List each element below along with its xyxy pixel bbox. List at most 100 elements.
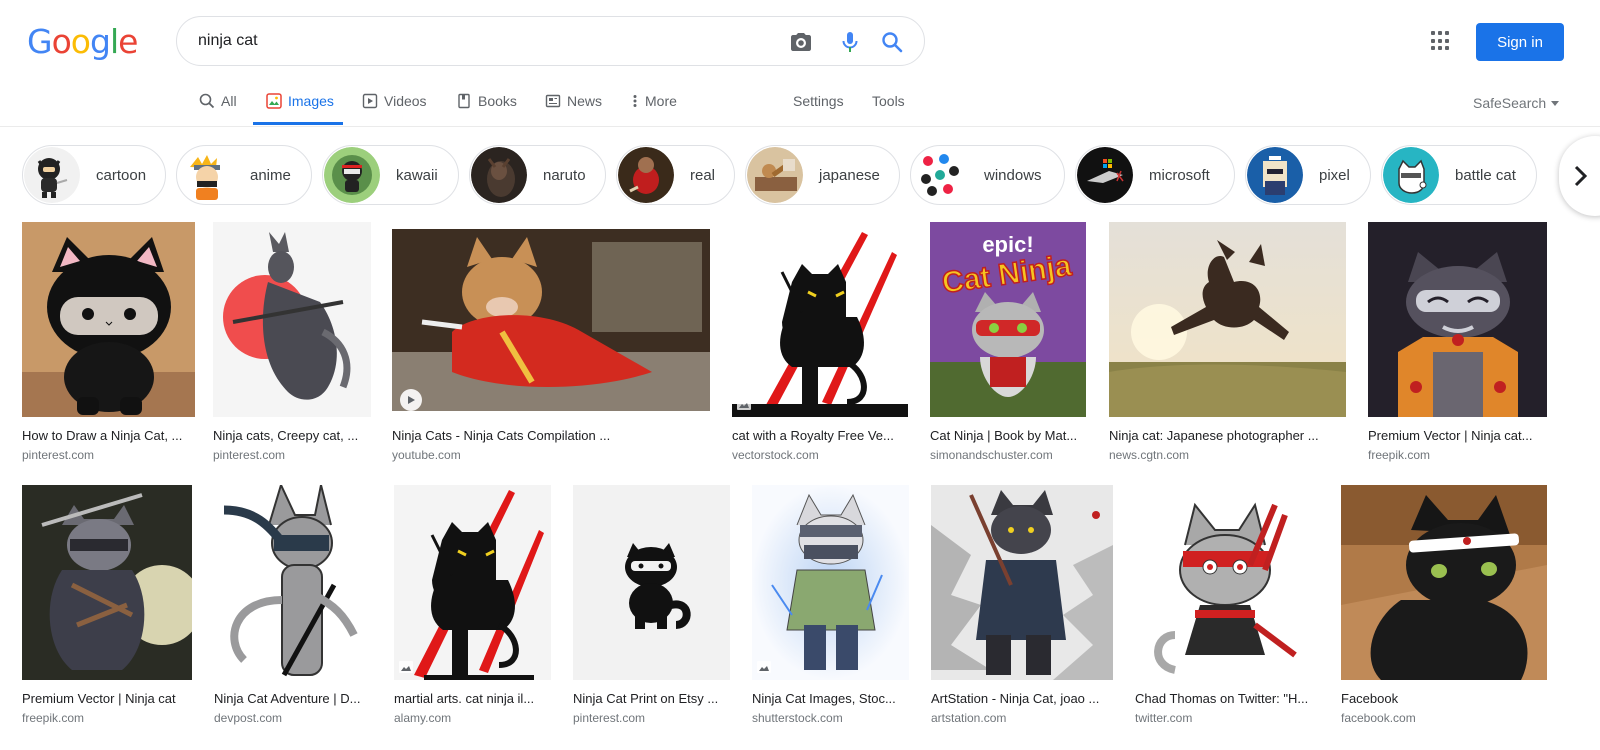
- result-thumbnail[interactable]: [214, 485, 372, 680]
- chip-cartoon[interactable]: cartoon: [22, 145, 166, 205]
- tab-label: Books: [478, 93, 517, 109]
- result-title: ArtStation - Ninja Cat, joao ...: [931, 691, 1100, 706]
- result-title: Ninja Cats - Ninja Cats Compilation ...: [392, 428, 611, 443]
- chip-thumbnail: [178, 147, 234, 203]
- safesearch-toggle[interactable]: SafeSearch: [1473, 95, 1560, 111]
- result-thumbnail[interactable]: [1109, 222, 1346, 417]
- camera-icon[interactable]: [789, 30, 813, 54]
- result-title: Cat Ninja | Book by Mat...: [930, 428, 1078, 443]
- result-thumbnail[interactable]: [1341, 485, 1547, 680]
- tab-label: Videos: [384, 93, 427, 109]
- result-thumbnail[interactable]: [22, 485, 192, 680]
- search-icon: [199, 93, 215, 109]
- result-title: cat with a Royalty Free Ve...: [732, 428, 894, 443]
- result-thumbnail[interactable]: [931, 485, 1113, 680]
- chip-label: anime: [250, 166, 291, 184]
- result-thumbnail[interactable]: [752, 485, 909, 680]
- result-thumbnail[interactable]: [1135, 485, 1319, 680]
- video-icon: [362, 93, 378, 109]
- tab-images[interactable]: Images: [253, 86, 343, 125]
- apps-grid-icon[interactable]: [1431, 31, 1451, 51]
- chip-microsoft[interactable]: microsoft: [1075, 145, 1235, 205]
- image-result[interactable]: Ninja cat: Japanese photographer ... new…: [1109, 222, 1346, 462]
- result-source: pinterest.com: [22, 448, 95, 462]
- search-icon[interactable]: [880, 30, 904, 54]
- chip-windows[interactable]: windows: [910, 145, 1065, 205]
- image-badge-icon: [399, 660, 413, 673]
- chip-pixel[interactable]: pixel: [1245, 145, 1371, 205]
- image-result[interactable]: Ninja Cat Adventure | D... devpost.com: [214, 485, 372, 725]
- tab-label: Images: [288, 93, 334, 109]
- chip-battle-cat[interactable]: battle cat: [1381, 145, 1537, 205]
- chip-label: cartoon: [96, 166, 147, 184]
- logo-letter: g: [89, 22, 111, 61]
- tools-link[interactable]: Tools: [872, 86, 905, 126]
- image-result[interactable]: Premium Vector | Ninja cat freepik.com: [22, 485, 192, 725]
- more-vert-icon: [633, 95, 637, 107]
- result-source: facebook.com: [1341, 711, 1416, 725]
- chip-thumbnail: [1077, 147, 1133, 203]
- image-result[interactable]: martial arts. cat ninja il... alamy.com: [394, 485, 551, 725]
- chip-label: real: [690, 166, 716, 184]
- image-result[interactable]: ArtStation - Ninja Cat, joao ... artstat…: [931, 485, 1113, 725]
- chip-thumbnail: [1383, 147, 1439, 203]
- result-source: artstation.com: [931, 711, 1007, 725]
- image-result[interactable]: cat with a Royalty Free Ve... vectorstoc…: [732, 222, 908, 462]
- chip-label: pixel: [1319, 166, 1350, 184]
- chip-label: japanese: [819, 166, 880, 184]
- image-result[interactable]: Chad Thomas on Twitter: "H... twitter.co…: [1135, 485, 1319, 725]
- image-result[interactable]: epic! Cat Ninja Cat Ninja | Book by Mat..…: [930, 222, 1086, 462]
- image-result[interactable]: Ninja Cat Images, Stoc... shutterstock.c…: [752, 485, 909, 725]
- chip-real[interactable]: real: [616, 145, 735, 205]
- chevron-right-icon: [1574, 165, 1588, 187]
- result-thumbnail[interactable]: [573, 485, 730, 680]
- image-result[interactable]: Ninja cats, Creepy cat, ... pinterest.co…: [213, 222, 371, 462]
- chips-next-button[interactable]: [1559, 136, 1600, 216]
- result-source: shutterstock.com: [752, 711, 843, 725]
- dropdown-arrow-icon: [1551, 101, 1560, 107]
- chip-thumbnail: [24, 147, 80, 203]
- settings-link[interactable]: Settings: [793, 86, 844, 126]
- result-source: pinterest.com: [213, 448, 286, 462]
- result-source: simonandschuster.com: [930, 448, 1053, 462]
- image-result[interactable]: Premium Vector | Ninja cat... freepik.co…: [1368, 222, 1547, 462]
- sign-in-button[interactable]: Sign in: [1476, 23, 1564, 61]
- tab-books[interactable]: Books: [456, 86, 517, 126]
- result-source: youtube.com: [392, 448, 461, 462]
- result-title: Premium Vector | Ninja cat: [22, 691, 176, 706]
- google-logo[interactable]: Google: [27, 22, 138, 61]
- image-result[interactable]: Ninja Cats - Ninja Cats Compilation ... …: [392, 222, 710, 462]
- image-result[interactable]: How to Draw a Ninja Cat, ... pinterest.c…: [22, 222, 195, 462]
- tab-all[interactable]: All: [199, 86, 237, 126]
- result-thumbnail[interactable]: [213, 222, 371, 417]
- result-source: devpost.com: [214, 711, 283, 725]
- result-title: Ninja Cat Print on Etsy ...: [573, 691, 719, 706]
- result-thumbnail[interactable]: epic! Cat Ninja: [930, 222, 1086, 417]
- result-thumbnail[interactable]: [394, 485, 551, 680]
- result-thumbnail[interactable]: [392, 222, 710, 417]
- result-title: How to Draw a Ninja Cat, ...: [22, 428, 183, 443]
- logo-letter: G: [27, 22, 53, 61]
- chip-label: windows: [984, 166, 1042, 184]
- logo-letter: o: [70, 22, 91, 61]
- tab-news[interactable]: News: [545, 86, 602, 126]
- result-thumbnail[interactable]: [1368, 222, 1547, 417]
- tab-label: All: [221, 93, 237, 109]
- chip-japanese[interactable]: japanese: [745, 145, 900, 205]
- result-title: Facebook: [1341, 691, 1399, 706]
- image-result[interactable]: Facebook facebook.com: [1341, 485, 1547, 725]
- logo-letter: e: [118, 22, 138, 61]
- tab-more[interactable]: More: [631, 86, 677, 126]
- tab-videos[interactable]: Videos: [362, 86, 427, 126]
- chip-kawaii[interactable]: kawaii: [322, 145, 459, 205]
- chip-naruto[interactable]: naruto: [469, 145, 606, 205]
- chip-label: battle cat: [1455, 166, 1516, 184]
- chip-anime[interactable]: anime: [176, 145, 312, 205]
- result-source: freepik.com: [1368, 448, 1431, 462]
- result-thumbnail[interactable]: [22, 222, 195, 417]
- result-thumbnail[interactable]: [732, 222, 908, 417]
- search-input[interactable]: [198, 32, 758, 50]
- microphone-icon[interactable]: [838, 30, 862, 54]
- book-icon: [458, 93, 470, 109]
- image-result[interactable]: Ninja Cat Print on Etsy ... pinterest.co…: [573, 485, 730, 725]
